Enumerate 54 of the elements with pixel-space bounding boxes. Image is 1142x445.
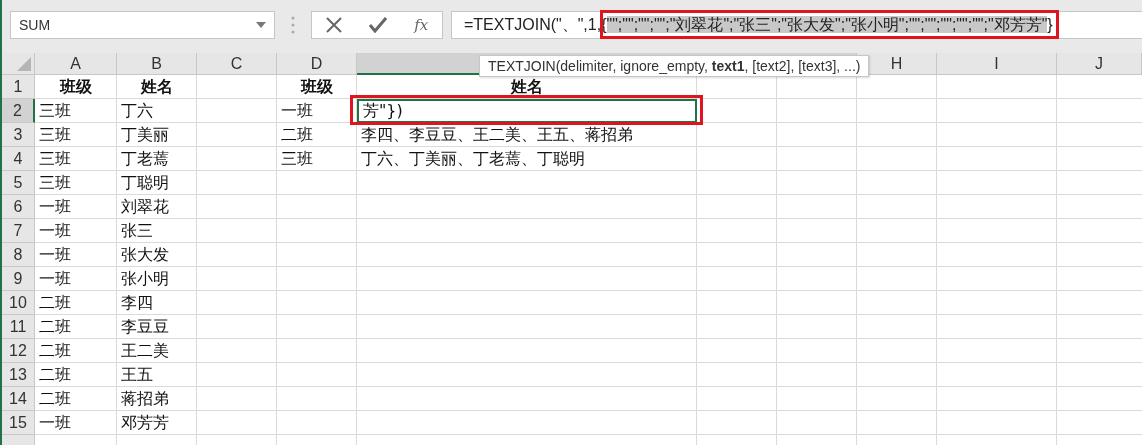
table-cell-text: 李四、李豆豆、王二美、王五、蒋招弟 bbox=[360, 124, 634, 146]
row-header[interactable]: 2 bbox=[2, 99, 35, 123]
table-cell-text: 一班 bbox=[38, 220, 72, 242]
active-cell[interactable]: 芳"}) bbox=[357, 99, 697, 123]
formula-field[interactable]: =TEXTJOIN("、",1,{"";"";"";"";"刘翠花";"张三";"张大发";"张小明";"";"";"";"";"";"邓芳芳"} bbox=[451, 11, 1142, 39]
check-icon[interactable] bbox=[369, 17, 387, 33]
table-cell-text: 班级 bbox=[58, 76, 93, 98]
column-header[interactable]: B bbox=[117, 53, 197, 75]
table-cell-text: 蒋招弟 bbox=[120, 388, 170, 410]
table-cell-text: 王二美 bbox=[120, 340, 170, 362]
column-header[interactable]: J bbox=[1057, 53, 1142, 75]
table-cell-text: 刘翠花 bbox=[120, 196, 170, 218]
table-cell-text: 一班 bbox=[38, 244, 72, 266]
table-cell-text: 丁美丽 bbox=[120, 124, 170, 146]
table-cell-text: 一班 bbox=[38, 196, 72, 218]
table-cell-text: 姓名 bbox=[139, 76, 174, 98]
table-cell-text: 三班 bbox=[38, 172, 72, 194]
column-header[interactable]: I bbox=[937, 53, 1057, 75]
table-cell-text: 姓名 bbox=[509, 76, 544, 98]
table-cell-text: 一班 bbox=[280, 100, 314, 122]
table-cell-text: 张小明 bbox=[120, 268, 170, 290]
table-cell-text: 丁六、丁美丽、丁老蔫、丁聪明 bbox=[360, 148, 586, 170]
table-cell-text: 二班 bbox=[38, 316, 72, 338]
table-cell-text: 二班 bbox=[280, 124, 314, 146]
table-cell-text: 三班 bbox=[38, 124, 72, 146]
table-cell-text: 一班 bbox=[38, 268, 72, 290]
table-cell-text: 三班 bbox=[280, 148, 314, 170]
table-cell-text: 王五 bbox=[120, 364, 154, 386]
table-cell-text: 张三 bbox=[120, 220, 154, 242]
caret-icon[interactable] bbox=[256, 22, 266, 28]
cancel-icon[interactable] bbox=[325, 17, 342, 33]
table-cell-text: 三班 bbox=[38, 100, 72, 122]
table-cell-text: 张大发 bbox=[120, 244, 170, 266]
table-cell-text: 李四 bbox=[120, 292, 154, 314]
function-tooltip: TEXTJOIN(delimiter, ignore_empty, text1, [text2], [text3], ...) bbox=[479, 55, 870, 77]
column-header[interactable]: A bbox=[35, 53, 117, 75]
table-cell-text: 一班 bbox=[38, 412, 72, 434]
table-cell-text: 三班 bbox=[38, 148, 72, 170]
formula-text: =TEXTJOIN("、",1,{"";"";"";"";"刘翠花";"张三";"张大发";"张小明";"";"";"";"";"";"邓芳芳"} bbox=[464, 14, 1053, 35]
insert-function-button[interactable]: fx bbox=[414, 16, 429, 34]
column-header[interactable]: C bbox=[197, 53, 277, 75]
table-cell-text: 班级 bbox=[299, 76, 334, 98]
name-box[interactable]: SUM bbox=[10, 11, 275, 39]
table-cell-text: 丁聪明 bbox=[120, 172, 170, 194]
table-cell-text: 李豆豆 bbox=[120, 316, 170, 338]
column-header[interactable]: D bbox=[277, 53, 357, 75]
table-cell-text: 邓芳芳 bbox=[120, 412, 170, 434]
table-cell-text: 二班 bbox=[38, 388, 72, 410]
table-cell-text: 丁老蔫 bbox=[120, 148, 170, 170]
table-cell-text: 二班 bbox=[38, 364, 72, 386]
table-cell-text: 二班 bbox=[38, 292, 72, 314]
grip-icon bbox=[291, 16, 295, 34]
table-cell-text: 丁六 bbox=[120, 100, 154, 122]
table-cell-text: 二班 bbox=[38, 340, 72, 362]
